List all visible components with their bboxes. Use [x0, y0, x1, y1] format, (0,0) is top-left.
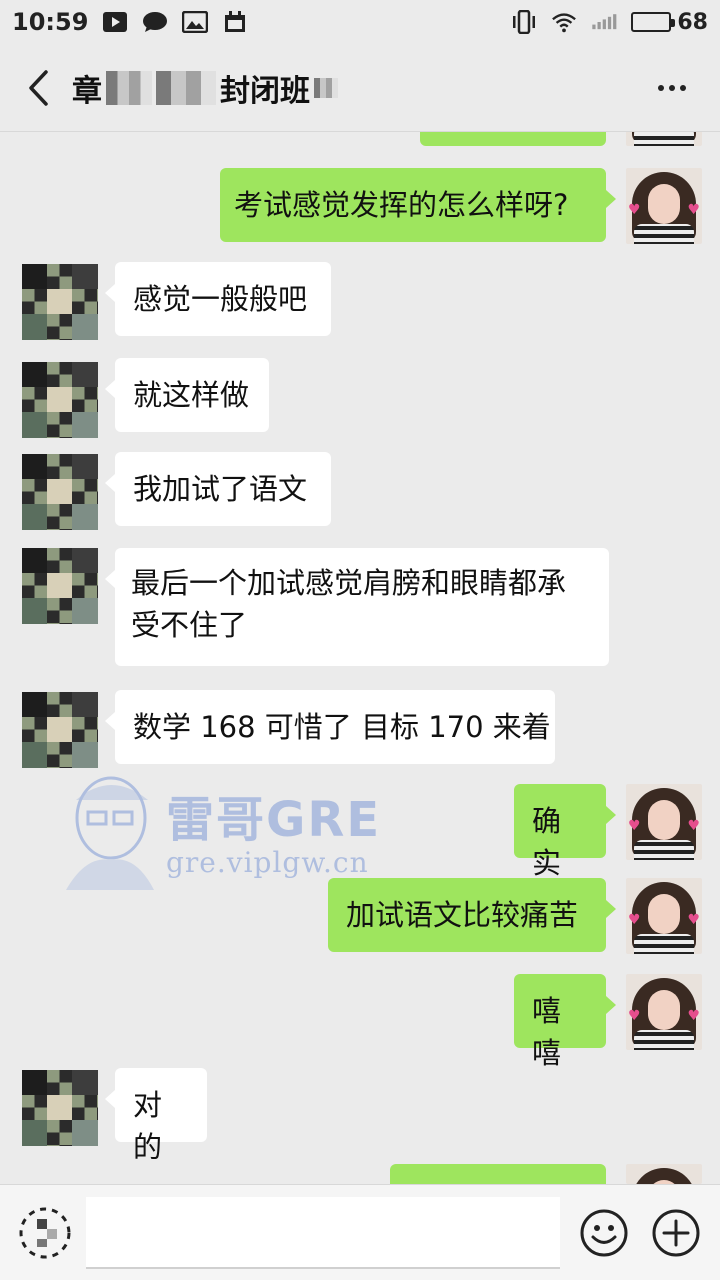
more-functions-button[interactable] [648, 1205, 704, 1261]
chat-header: 章 封闭班 [0, 44, 720, 132]
message-bubble-received[interactable]: 感觉一般般吧 [105, 262, 331, 336]
chat-message-list[interactable]: 考试感觉发挥的怎么样呀? ♥ ♥ 感觉一般般吧 就这样做 我加试了语文 最后一个加… [0, 132, 720, 1184]
message-bubble-received[interactable]: 对的 [105, 1068, 207, 1164]
message-bubble-sent[interactable]: 嘻嘻 [514, 974, 616, 1070]
watermark-url: gre.viplgw.cn [166, 846, 369, 879]
my-avatar[interactable]: ♥ ♥ [626, 168, 702, 244]
play-icon [102, 11, 128, 33]
watermark-title: 雷哥GRE [166, 792, 382, 848]
back-button[interactable] [18, 58, 58, 118]
status-time: 10:59 [12, 8, 89, 36]
calendar-icon [222, 11, 248, 33]
my-avatar[interactable] [626, 1164, 702, 1184]
redaction-mosaic [314, 77, 338, 98]
status-left: 10:59 [12, 8, 248, 36]
message-bubble-received[interactable]: 数学 168 可惜了 目标 170 来着 [105, 690, 555, 764]
chat-title: 章 封闭班 [72, 66, 338, 110]
more-dots-icon [658, 84, 664, 91]
my-avatar[interactable]: ♥ ♥ [626, 784, 702, 860]
message-bubble-sent[interactable]: 考试感觉发挥的怎么样呀? [220, 168, 616, 242]
status-bar: 10:59 68 [0, 0, 720, 44]
message-bubble-received[interactable]: 就这样做 [105, 358, 269, 432]
contact-avatar[interactable] [22, 692, 98, 768]
watermark-face-icon [66, 776, 154, 890]
status-right: 68 [511, 10, 708, 35]
signal-icon [591, 11, 617, 33]
more-options-button[interactable] [642, 58, 702, 118]
emoji-button[interactable] [576, 1205, 632, 1261]
redaction-mosaic [106, 70, 152, 105]
battery-icon: 68 [631, 10, 708, 35]
message-line: 受不住了 [131, 608, 248, 642]
message-bubble-received[interactable]: 我加试了语文 [105, 452, 331, 526]
message-bubble-sent[interactable]: 加试语文比较痛苦 [328, 878, 616, 952]
message-bubble-received-multiline[interactable]: 最后一个加试感觉肩膀和眼睛都承 受不住了 [105, 548, 609, 666]
image-icon [182, 11, 209, 33]
contact-avatar[interactable] [22, 264, 98, 340]
redaction-mosaic [156, 70, 216, 105]
plus-icon [652, 1209, 700, 1256]
my-avatar[interactable] [626, 132, 702, 146]
chat-title-suffix: 封闭班 [220, 73, 310, 109]
message-icon [142, 11, 168, 33]
my-avatar[interactable]: ♥ ♥ [626, 878, 702, 954]
message-bubble-partial[interactable] [390, 1164, 606, 1184]
chat-title-prefix: 章 [72, 73, 102, 109]
wifi-icon [551, 11, 577, 33]
message-bubble-partial[interactable] [420, 132, 606, 146]
contact-avatar[interactable] [22, 362, 98, 438]
chevron-left-icon [29, 69, 48, 106]
input-bar [0, 1184, 720, 1280]
message-line: 最后一个加试感觉肩膀和眼睛都承 [131, 566, 567, 600]
voice-icon [19, 1207, 71, 1258]
message-input[interactable] [86, 1196, 560, 1269]
message-bubble-sent[interactable]: 确实 [514, 784, 616, 880]
emoji-icon [580, 1209, 628, 1256]
my-avatar[interactable]: ♥ ♥ [626, 974, 702, 1050]
battery-level: 68 [677, 9, 708, 35]
contact-avatar[interactable] [22, 454, 98, 530]
contact-avatar[interactable] [22, 1070, 98, 1146]
vibrate-icon [511, 10, 537, 34]
contact-avatar[interactable] [22, 548, 98, 624]
voice-button[interactable] [14, 1202, 76, 1264]
